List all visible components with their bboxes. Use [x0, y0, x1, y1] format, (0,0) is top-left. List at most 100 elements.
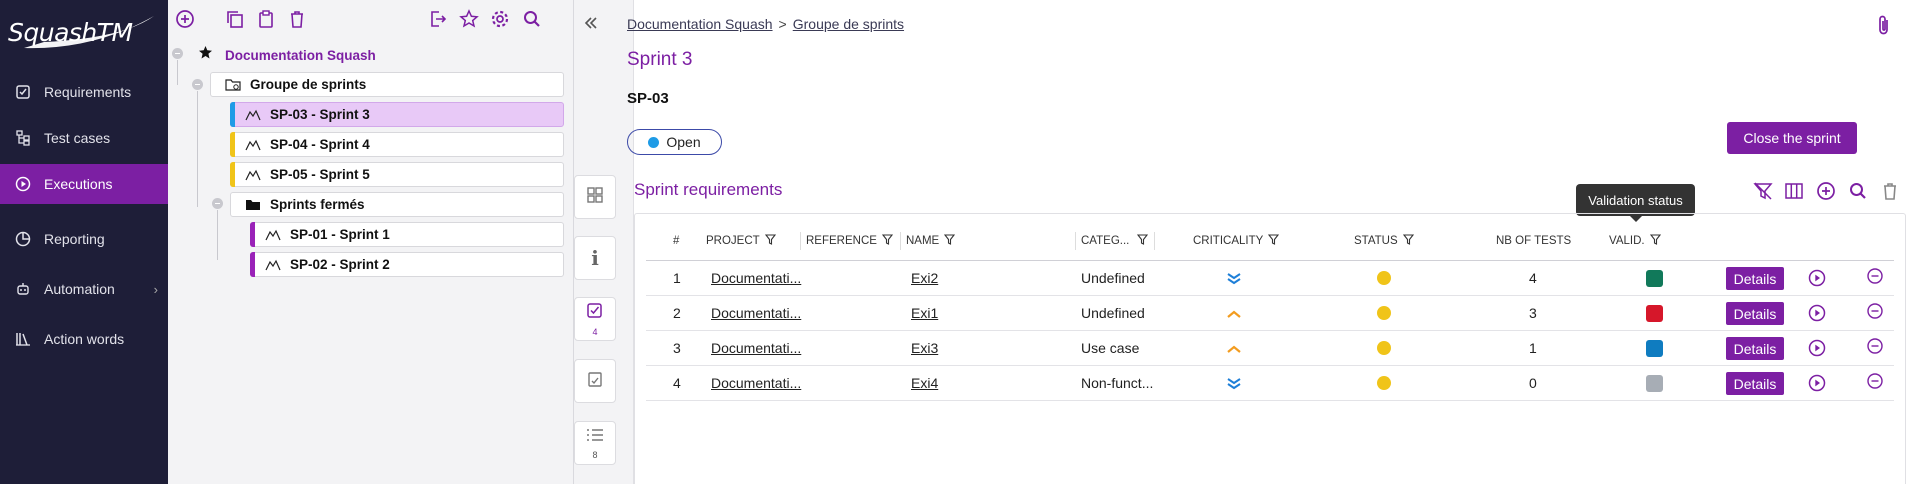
column-header-category[interactable]: CATEG...	[1081, 234, 1149, 248]
main-navigation: SquashTM Requirements Test cases Executi…	[0, 0, 168, 484]
search-icon[interactable]	[521, 8, 543, 30]
validation-status-square[interactable]	[1646, 375, 1663, 392]
tree-node-sprint-5[interactable]: SP-05 - Sprint 5	[230, 162, 564, 187]
tab-count: 4	[592, 326, 598, 337]
column-header-criticality[interactable]: CRITICALITY	[1193, 234, 1280, 248]
sprint-icon	[245, 167, 261, 183]
details-button[interactable]: Details	[1726, 267, 1784, 290]
column-header-reference[interactable]: REFERENCE	[806, 234, 894, 248]
settings-icon[interactable]	[489, 8, 511, 30]
run-icon[interactable]	[1808, 304, 1826, 322]
collapse-toggle[interactable]	[192, 79, 203, 90]
validation-status-square[interactable]	[1646, 340, 1663, 357]
tree-node-closed-sprints-folder[interactable]: Sprints fermés	[230, 192, 564, 217]
close-sprint-button[interactable]: Close the sprint	[1727, 122, 1857, 154]
run-icon[interactable]	[1808, 269, 1826, 287]
nav-item-test-cases[interactable]: Test cases	[0, 118, 168, 158]
checkbox-icon	[14, 83, 32, 101]
tab-information[interactable]: i	[574, 236, 616, 280]
tab-requirements[interactable]: 4	[574, 297, 616, 341]
columns-icon[interactable]	[1783, 180, 1805, 202]
tree-node-sprint-group[interactable]: Groupe de sprints	[210, 72, 564, 97]
filter-icon[interactable]	[1268, 234, 1280, 248]
collapse-toggle[interactable]	[212, 198, 223, 209]
column-header-status[interactable]: STATUS	[1354, 234, 1414, 248]
nav-item-requirements[interactable]: Requirements	[0, 72, 168, 112]
column-header-index: #	[673, 235, 680, 247]
table-row[interactable]: 1 Documentati... Exi2 Undefined 4 Detail…	[646, 261, 1894, 296]
nav-item-executions[interactable]: Executions	[0, 164, 168, 204]
row-name-link[interactable]: Exi3	[911, 331, 938, 366]
copy-icon[interactable]	[224, 8, 246, 30]
filter-icon[interactable]	[881, 234, 894, 248]
tree-root[interactable]: Documentation Squash	[198, 45, 376, 65]
filter-icon[interactable]	[1649, 234, 1661, 248]
breadcrumb-group[interactable]: Groupe de sprints	[793, 16, 904, 32]
status-dot	[1377, 376, 1391, 390]
app-logo[interactable]: SquashTM	[6, 8, 162, 49]
table-row[interactable]: 2 Documentati... Exi1 Undefined 3 Detail…	[646, 296, 1894, 331]
tree-node-sprint-3[interactable]: SP-03 - Sprint 3	[230, 102, 564, 127]
delete-icon[interactable]	[286, 8, 308, 30]
run-icon[interactable]	[1808, 374, 1826, 392]
table-row[interactable]: 4 Documentati... Exi4 Non-funct... 0 Det…	[646, 366, 1894, 401]
collapse-panel-icon[interactable]	[584, 16, 598, 35]
add-icon[interactable]	[174, 8, 196, 30]
paste-icon[interactable]	[255, 8, 277, 30]
collapse-toggle[interactable]	[172, 48, 183, 59]
tree-node-sprint-1[interactable]: SP-01 - Sprint 1	[250, 222, 564, 247]
column-header-name[interactable]: NAME	[906, 234, 956, 248]
remove-icon[interactable]	[1866, 302, 1884, 320]
attachment-icon[interactable]	[1876, 14, 1892, 41]
nav-item-reporting[interactable]: Reporting	[0, 219, 168, 259]
remove-icon[interactable]	[1866, 267, 1884, 285]
filter-icon[interactable]	[1137, 234, 1149, 248]
criticality-major-icon	[1226, 307, 1242, 326]
dashboard-icon	[586, 186, 604, 209]
row-name-link[interactable]: Exi2	[911, 261, 938, 296]
row-name-link[interactable]: Exi1	[911, 296, 938, 331]
add-requirement-icon[interactable]	[1815, 180, 1837, 202]
row-project-link[interactable]: Documentati...	[711, 331, 801, 366]
nav-item-action-words[interactable]: Action words	[0, 319, 168, 359]
row-test-count: 3	[1529, 305, 1537, 321]
delete-icon[interactable]	[1879, 180, 1901, 202]
validation-status-square[interactable]	[1646, 305, 1663, 322]
table-row[interactable]: 3 Documentati... Exi3 Use case 1 Details	[646, 331, 1894, 366]
details-button[interactable]: Details	[1726, 302, 1784, 325]
search-icon[interactable]	[1847, 180, 1869, 202]
nav-item-automation[interactable]: Automation ›	[0, 269, 168, 309]
row-project-link[interactable]: Documentati...	[711, 366, 801, 401]
row-project-link[interactable]: Documentati...	[711, 261, 801, 296]
tab-executions-list[interactable]: 8	[574, 421, 616, 465]
remove-icon[interactable]	[1866, 372, 1884, 390]
remove-icon[interactable]	[1866, 337, 1884, 355]
star-icon[interactable]	[458, 8, 480, 30]
row-name-link[interactable]: Exi4	[911, 366, 938, 401]
info-icon: i	[591, 246, 599, 270]
row-test-count: 0	[1529, 375, 1537, 391]
project-star-icon	[198, 45, 213, 65]
breadcrumb-project[interactable]: Documentation Squash	[627, 16, 773, 32]
column-header-project[interactable]: PROJECT	[706, 234, 776, 248]
details-button[interactable]: Details	[1726, 372, 1784, 395]
column-header-nb-tests[interactable]: NB OF TESTS	[1496, 234, 1571, 248]
tab-dashboard[interactable]	[574, 175, 616, 219]
export-icon[interactable]	[427, 8, 449, 30]
clear-filters-icon[interactable]	[1752, 180, 1774, 202]
filter-icon[interactable]	[764, 234, 776, 248]
page-title: Sprint 3	[627, 49, 693, 70]
tree-node-sprint-2[interactable]: SP-02 - Sprint 2	[250, 252, 564, 277]
tree-node-sprint-4[interactable]: SP-04 - Sprint 4	[230, 132, 564, 157]
status-label: Open	[666, 134, 701, 150]
filter-icon[interactable]	[1402, 234, 1414, 248]
filter-icon[interactable]	[944, 234, 956, 248]
tab-test-plan[interactable]	[574, 359, 616, 403]
row-index: 1	[673, 270, 681, 286]
row-project-link[interactable]: Documentati...	[711, 296, 801, 331]
sprint-status-badge[interactable]: Open	[627, 129, 722, 155]
details-button[interactable]: Details	[1726, 337, 1784, 360]
run-icon[interactable]	[1808, 339, 1826, 357]
column-header-validation[interactable]: VALID.	[1609, 234, 1661, 248]
validation-status-square[interactable]	[1646, 270, 1663, 287]
